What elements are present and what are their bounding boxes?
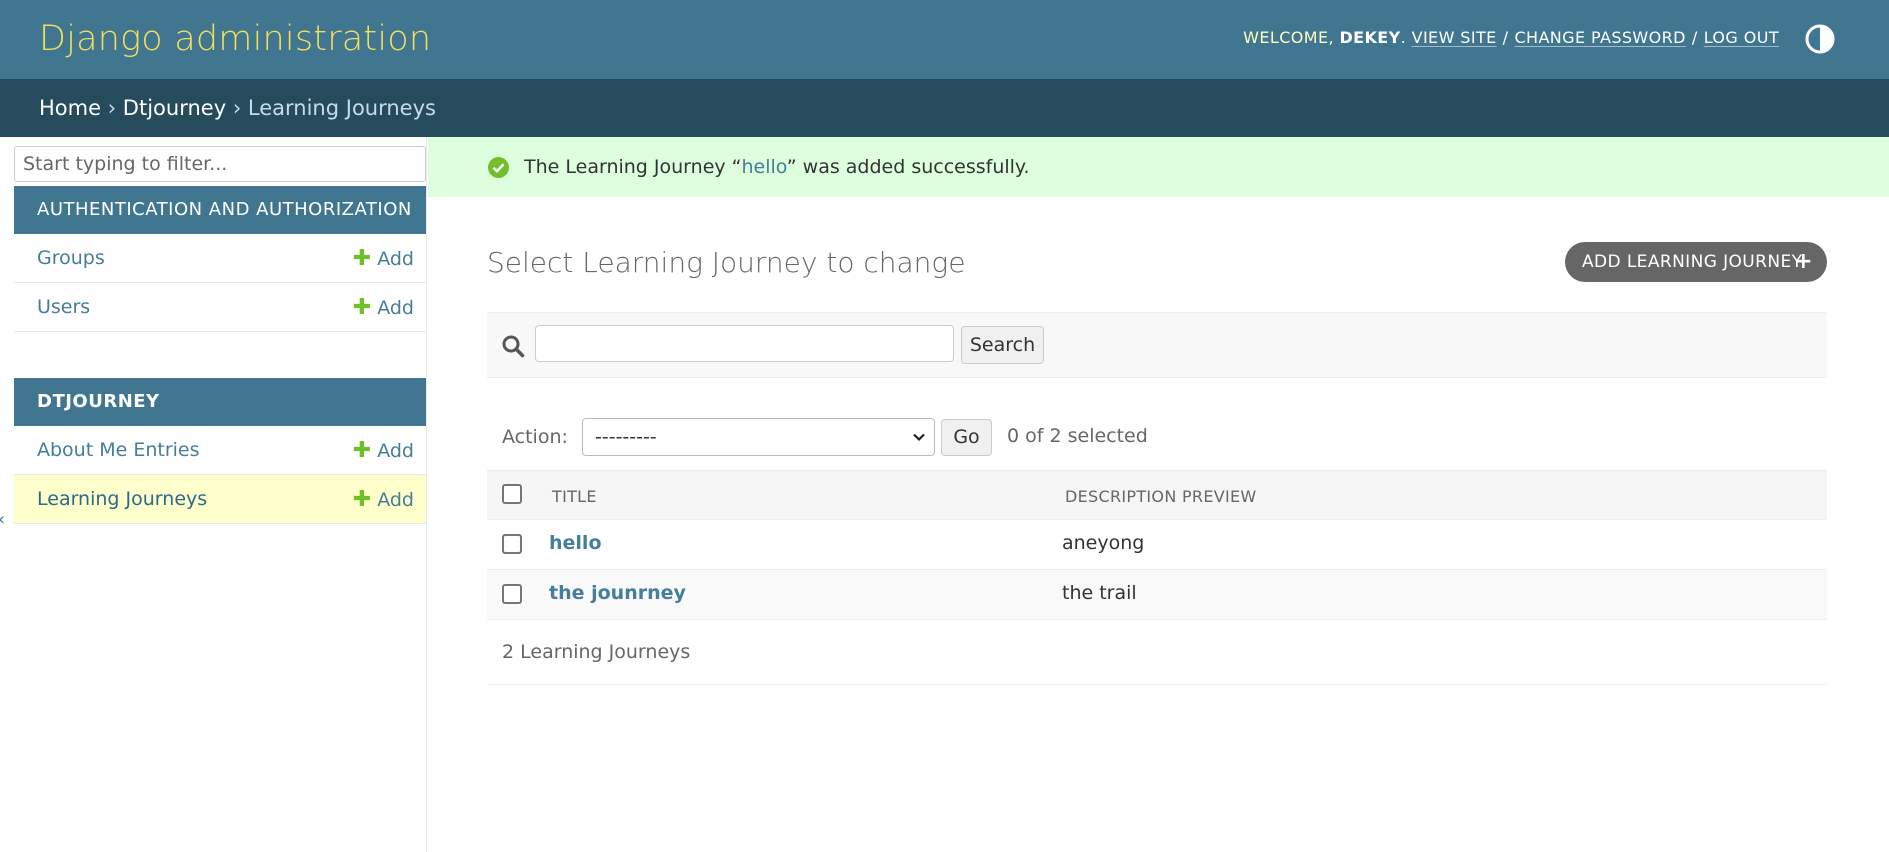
add-button-label: ADD LEARNING JOURNEY: [1582, 252, 1803, 272]
row-checkbox[interactable]: [502, 534, 522, 554]
success-check-icon: [488, 157, 509, 178]
module-caption-dtjourney[interactable]: DTJOURNEY: [14, 378, 426, 426]
table-header: TITLE DESCRIPTION PREVIEW: [487, 470, 1827, 520]
nav-sidebar: AUTHENTICATION AND AUTHORIZATION Groups …: [0, 137, 427, 852]
column-header-description: DESCRIPTION PREVIEW: [1065, 487, 1257, 506]
sidebar-item-users: Users ✚ Add: [14, 283, 426, 332]
sidebar-item-groups: Groups ✚ Add: [14, 234, 426, 283]
contrast-toggle-icon[interactable]: [1803, 22, 1837, 56]
paginator: 2 Learning Journeys: [487, 620, 1827, 685]
message-object-link[interactable]: hello: [742, 156, 787, 178]
page-title: Select Learning Journey to change: [487, 246, 966, 279]
search-toolbar: Search: [487, 312, 1827, 378]
user-tools: WELCOME, DEKEY. VIEW SITE / CHANGE PASSWOR…: [1243, 28, 1779, 47]
action-label: Action:: [502, 426, 568, 448]
view-site-link[interactable]: VIEW SITE: [1412, 28, 1497, 47]
sidebar-item-label[interactable]: Users: [37, 283, 90, 332]
action-select[interactable]: ---------: [582, 418, 935, 456]
add-about-me-link[interactable]: ✚ Add: [353, 426, 414, 476]
add-label: Add: [377, 297, 414, 319]
add-label: Add: [377, 440, 414, 462]
change-password-link[interactable]: CHANGE PASSWORD: [1514, 28, 1685, 47]
row-description: the trail: [1062, 582, 1137, 604]
row-checkbox[interactable]: [502, 584, 522, 604]
add-label: Add: [377, 489, 414, 511]
header: Django administration WELCOME, DEKEY. VI…: [0, 0, 1889, 79]
selected-count: 0 of 2 selected: [1007, 425, 1148, 447]
breadcrumb-separator: ›: [232, 96, 242, 120]
search-icon: [502, 335, 525, 358]
breadcrumb-separator: ›: [107, 96, 117, 120]
chevron-down-icon: [913, 433, 925, 442]
message-text-before: The Learning Journey “: [524, 156, 742, 178]
site-brand[interactable]: Django administration: [39, 19, 431, 59]
table-row: the jounrney the trail: [487, 570, 1827, 620]
breadcrumb: Home › Dtjourney › Learning Journeys: [0, 79, 1889, 137]
welcome-text: WELCOME,: [1243, 28, 1334, 47]
search-input[interactable]: [535, 325, 954, 362]
breadcrumb-home[interactable]: Home: [39, 96, 101, 120]
action-selected-value: ---------: [595, 426, 657, 448]
username: DEKEY: [1339, 28, 1401, 47]
plus-icon: ✚: [352, 487, 372, 512]
go-button[interactable]: Go: [941, 419, 992, 456]
log-out-link[interactable]: LOG OUT: [1704, 28, 1779, 47]
add-groups-link[interactable]: ✚ Add: [353, 234, 414, 284]
add-users-link[interactable]: ✚ Add: [353, 283, 414, 333]
row-title-link[interactable]: hello: [549, 532, 602, 554]
separator: /: [1691, 28, 1698, 47]
breadcrumb-app[interactable]: Dtjourney: [123, 96, 226, 120]
separator: /: [1502, 28, 1509, 47]
sidebar-item-about-me-entries: About Me Entries ✚ Add: [14, 426, 426, 475]
add-label: Add: [377, 248, 414, 270]
column-header-title[interactable]: TITLE: [552, 487, 597, 506]
table-row: hello aneyong: [487, 520, 1827, 570]
results-table: TITLE DESCRIPTION PREVIEW hello aneyong …: [487, 470, 1827, 685]
row-title-link[interactable]: the jounrney: [549, 582, 686, 604]
module-caption-auth[interactable]: AUTHENTICATION AND AUTHORIZATION: [14, 186, 426, 234]
plus-icon: ✚: [352, 438, 372, 463]
search-button[interactable]: Search: [961, 326, 1044, 364]
breadcrumb-current: Learning Journeys: [247, 96, 436, 120]
sidebar-item-learning-journeys: Learning Journeys ✚ Add: [14, 475, 426, 524]
success-message: The Learning Journey “hello” was added s…: [428, 137, 1889, 197]
plus-icon: ✚: [352, 246, 372, 271]
message-text-after: ” was added successfully.: [786, 156, 1030, 178]
plus-icon: ✚: [352, 295, 372, 320]
sidebar-item-label[interactable]: Groups: [37, 234, 105, 283]
actions-bar: Action: --------- Go 0 of 2 selected: [487, 414, 1827, 470]
sidebar-item-label[interactable]: Learning Journeys: [37, 475, 207, 524]
add-learning-journey-button[interactable]: ADD LEARNING JOURNEY +: [1565, 242, 1827, 282]
select-all-checkbox[interactable]: [502, 484, 522, 504]
sidebar-item-label[interactable]: About Me Entries: [37, 426, 200, 475]
sidebar-collapse-icon[interactable]: ‹: [0, 509, 5, 530]
plus-icon: +: [1794, 249, 1813, 274]
nav-filter-input[interactable]: [14, 146, 426, 182]
row-description: aneyong: [1062, 532, 1145, 554]
add-learning-journey-link[interactable]: ✚ Add: [353, 475, 414, 525]
